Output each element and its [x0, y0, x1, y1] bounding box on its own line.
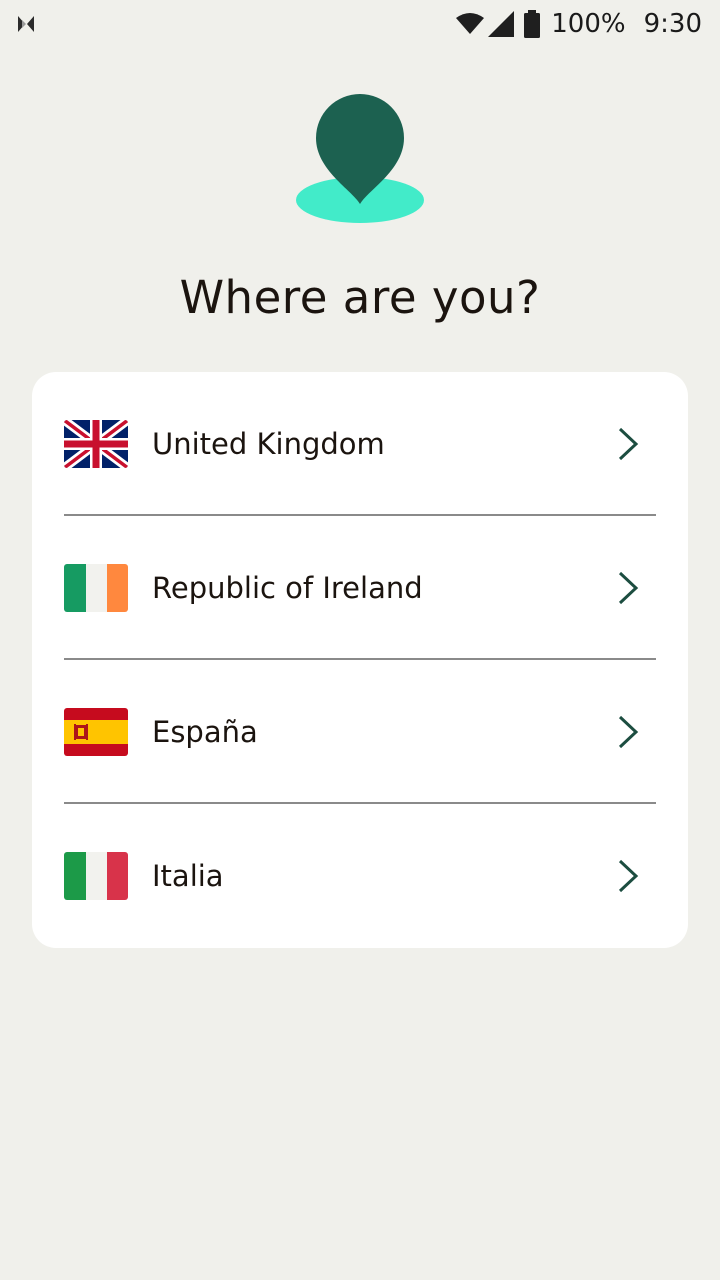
- status-clock: 9:30: [643, 9, 702, 39]
- uk-flag-icon: [64, 420, 128, 468]
- wifi-icon: [456, 13, 485, 34]
- country-label: España: [152, 715, 258, 749]
- country-label: United Kingdom: [152, 427, 385, 461]
- battery-icon: [524, 10, 541, 38]
- cell-signal-icon: [488, 11, 515, 37]
- country-row-united-kingdom[interactable]: United Kingdom: [32, 372, 688, 516]
- status-icons: 100% 9:30: [455, 8, 702, 40]
- country-list: United Kingdom Republic of Ireland Españ…: [32, 372, 688, 948]
- chevron-right-icon: [618, 571, 639, 605]
- italy-flag-icon: [64, 852, 128, 900]
- country-row-ireland[interactable]: Republic of Ireland: [32, 516, 688, 660]
- spain-flag-icon: [64, 708, 128, 756]
- country-row-italy[interactable]: Italia: [32, 804, 688, 948]
- chevron-right-icon: [618, 427, 639, 461]
- country-row-spain[interactable]: España: [32, 660, 688, 804]
- battery-percent: 100%: [551, 9, 626, 39]
- page-title: Where are you?: [179, 271, 541, 324]
- ireland-flag-icon: [64, 564, 128, 612]
- country-label: Republic of Ireland: [152, 571, 423, 605]
- location-pin-icon: [296, 94, 424, 223]
- chevron-right-icon: [618, 859, 639, 893]
- app-notification-icon: [18, 16, 34, 32]
- status-bar: 100% 9:30: [0, 0, 720, 48]
- country-label: Italia: [152, 859, 224, 893]
- chevron-right-icon: [618, 715, 639, 749]
